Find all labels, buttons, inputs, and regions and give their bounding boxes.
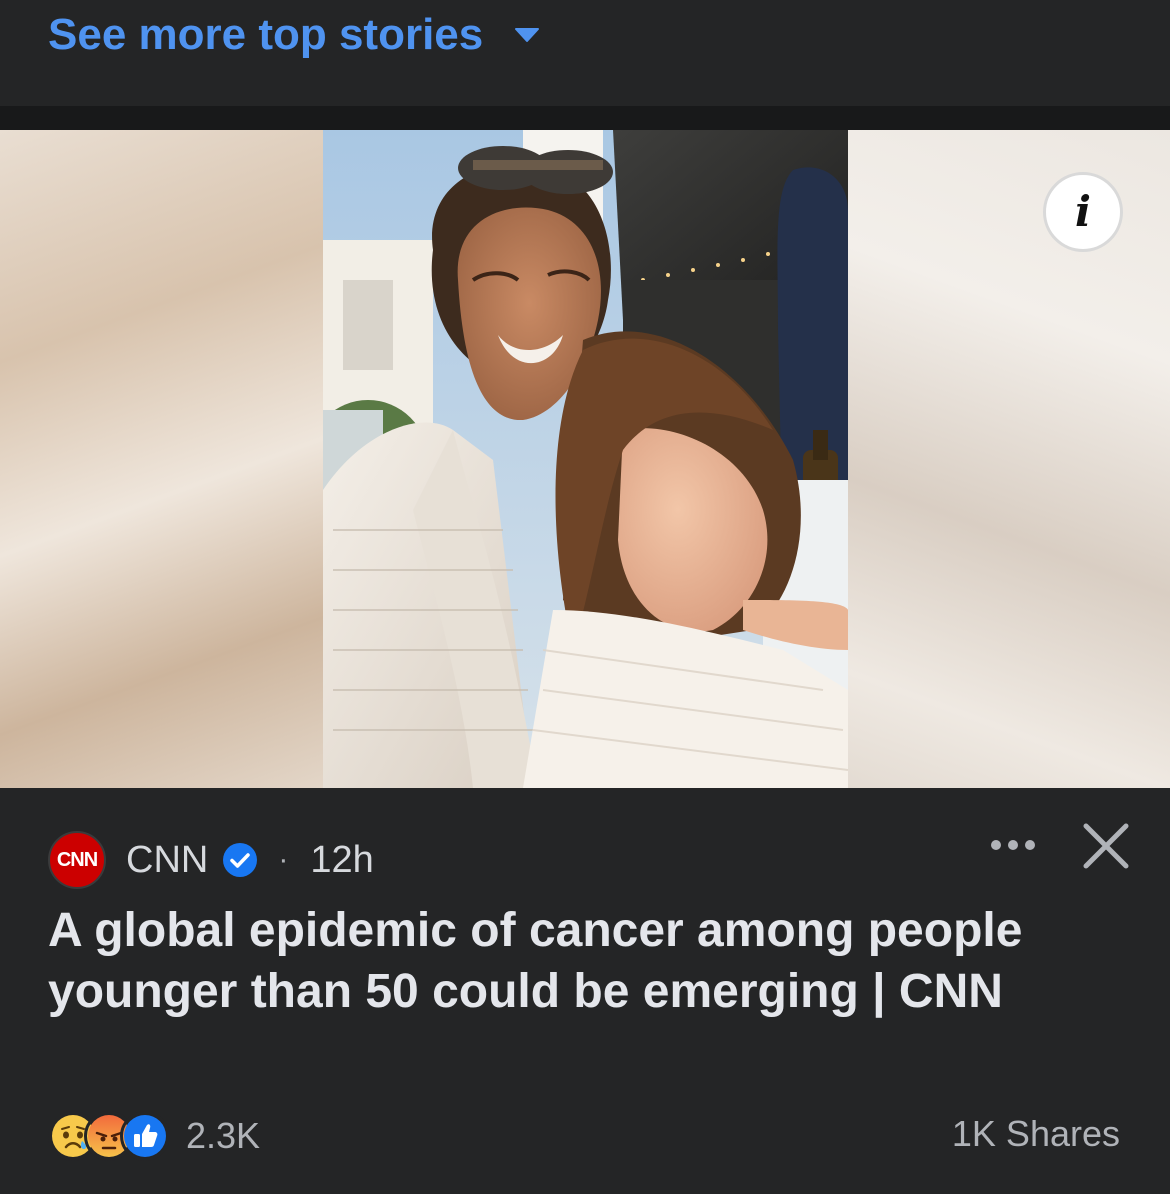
info-button[interactable]: i (1043, 172, 1123, 252)
blurred-backdrop-right (848, 130, 1170, 788)
shares-count[interactable]: 1K Shares (952, 1113, 1120, 1155)
info-icon: i (1075, 187, 1091, 236)
like-reaction-icon (120, 1111, 170, 1161)
blurred-backdrop-left (0, 130, 323, 788)
see-more-top-stories-button[interactable]: See more top stories (48, 10, 541, 60)
reaction-count: 2.3K (186, 1115, 261, 1156)
cnn-logo-avatar[interactable]: CNN (48, 831, 106, 889)
post-time[interactable]: 12h (310, 839, 373, 882)
hide-post-button[interactable] (1078, 818, 1134, 874)
verified-badge-icon (223, 843, 258, 877)
meta-separator: · (278, 843, 289, 876)
reactions-summary[interactable]: 2.3K (48, 1108, 260, 1164)
post-media[interactable]: i (0, 130, 1170, 788)
logo-text: CNN (56, 848, 98, 871)
post-headline[interactable]: A global epidemic of cancer among people… (48, 900, 1058, 1022)
source-name[interactable]: CNN (126, 839, 208, 882)
post-source-row: CNN CNN · 12h (48, 830, 374, 890)
top-stories-bar: See more top stories (0, 0, 1170, 106)
see-more-label: See more top stories (48, 10, 484, 59)
feed-separator (0, 106, 1170, 130)
close-icon (1083, 823, 1129, 869)
more-horizontal-icon (991, 840, 1035, 850)
article-photo[interactable] (323, 130, 848, 788)
chevron-down-icon (515, 28, 540, 42)
more-options-button[interactable] (988, 830, 1038, 860)
